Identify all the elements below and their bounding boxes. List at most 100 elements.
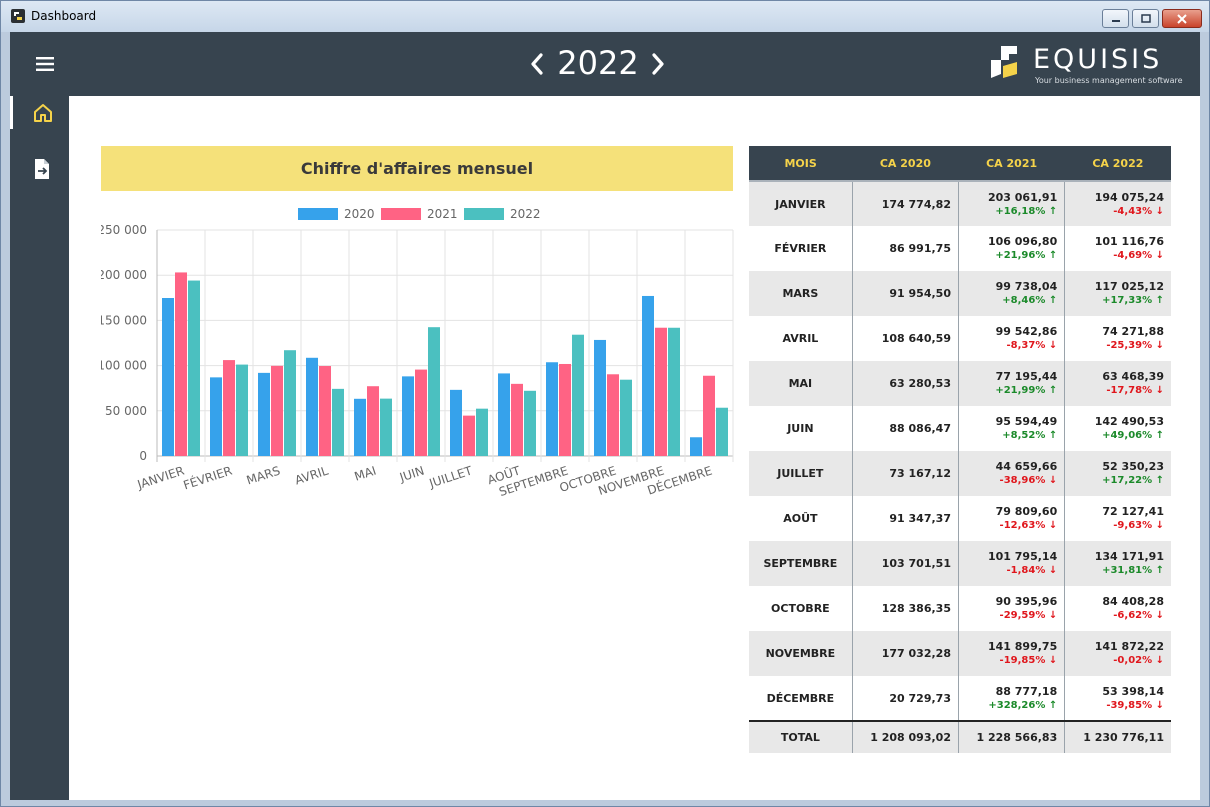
bar-2022-10[interactable] [668, 327, 680, 456]
maximize-icon [1140, 14, 1151, 23]
ca-2021-value: 141 899,75 [987, 640, 1058, 653]
bar-2021-6[interactable] [463, 415, 475, 456]
row-ca-2021: 99 738,04 +8,46% ↑ [958, 271, 1066, 316]
change-percent: -17,78% [1106, 385, 1153, 396]
bar-2021-0[interactable] [175, 272, 187, 456]
minimize-button[interactable] [1102, 9, 1129, 28]
close-window-button[interactable] [1162, 9, 1202, 28]
bar-2021-11[interactable] [703, 375, 715, 456]
row-ca-2021: 90 395,96 -29,59% ↓ [958, 586, 1066, 631]
arrow-down-icon: ↓ [1048, 520, 1058, 531]
bar-2020-10[interactable] [642, 295, 654, 456]
y-tick-label: 0 [139, 449, 147, 463]
bar-2022-3[interactable] [332, 388, 344, 456]
row-ca-2020: 177 032,28 [852, 631, 959, 676]
bar-2021-3[interactable] [319, 366, 331, 456]
bar-2021-4[interactable] [367, 386, 379, 456]
bar-2021-8[interactable] [559, 363, 571, 456]
row-ca-2020: 63 280,53 [852, 361, 959, 406]
file-export-icon[interactable] [33, 158, 53, 180]
row-ca-2022: 52 350,23 +17,22% ↑ [1064, 451, 1171, 496]
table-row: NOVEMBRE 177 032,28 141 899,75 -19,85% ↓ 141… [749, 631, 1171, 676]
table-row: JUIN 88 086,47 95 594,49 +8,52% ↑ 142 490,53… [749, 406, 1171, 451]
row-ca-2022: 141 872,22 -0,02% ↓ [1064, 631, 1171, 676]
revenue-bar-chart: 2020 2021 2022 0 50 000 100 000 150 000 200 000… [101, 207, 734, 499]
bar-2021-9[interactable] [607, 374, 619, 456]
bar-2020-11[interactable] [690, 437, 702, 456]
arrow-down-icon: ↓ [1155, 250, 1164, 261]
bar-2022-6[interactable] [476, 408, 488, 456]
bar-2022-5[interactable] [428, 327, 440, 456]
ca-2022-value: 63 468,39 [1102, 370, 1164, 383]
legend-label: 2022 [510, 207, 541, 221]
legend-item[interactable]: 2020 [298, 207, 375, 221]
arrow-down-icon: ↓ [1155, 699, 1164, 711]
bar-2021-7[interactable] [511, 383, 523, 456]
header-ca-2020: CA 2020 [852, 146, 959, 182]
arrow-down-icon: ↓ [1155, 520, 1164, 531]
ca-2022-change: -4,43% ↓ [1065, 205, 1164, 219]
bar-2020-1[interactable] [210, 377, 222, 456]
table-row: MARS 91 954,50 99 738,04 +8,46% ↑ 117 025,12… [749, 271, 1171, 316]
x-tick-label: JUILLET [427, 463, 475, 490]
bar-2020-5[interactable] [402, 376, 414, 456]
bar-2022-4[interactable] [380, 398, 392, 456]
ca-2022-change: -9,63% ↓ [1065, 519, 1164, 533]
bar-2021-10[interactable] [655, 327, 667, 456]
arrow-down-icon: ↓ [1048, 565, 1058, 576]
bar-2020-0[interactable] [162, 298, 174, 456]
bar-2021-5[interactable] [415, 369, 427, 456]
ca-2022-value: 141 872,22 [1094, 640, 1164, 653]
bar-2020-8[interactable] [546, 362, 558, 456]
bar-2022-0[interactable] [188, 280, 200, 456]
legend-item[interactable]: 2021 [381, 207, 458, 221]
row-ca-2020: 88 086,47 [852, 406, 959, 451]
ca-2022-value: 117 025,12 [1094, 280, 1164, 293]
ca-2021-value: 101 795,14 [987, 550, 1058, 563]
bar-2020-6[interactable] [450, 389, 462, 456]
ca-2020-value: 103 701,51 [881, 557, 951, 570]
row-ca-2022: 142 490,53 +49,06% ↑ [1065, 406, 1171, 451]
bar-2022-2[interactable] [284, 350, 296, 456]
chevron-right-icon[interactable] [649, 52, 667, 76]
bar-2022-1[interactable] [236, 364, 248, 456]
home-icon[interactable] [32, 102, 54, 124]
arrow-down-icon: ↓ [1048, 655, 1058, 666]
table-row: FÉVRIER 86 991,75 106 096,80 +21,96% ↑ 101 1… [749, 226, 1171, 271]
row-ca-2021: 106 096,80 +21,96% ↑ [958, 226, 1066, 271]
x-tick-label: FÉVRIER [181, 463, 234, 493]
bar-2020-7[interactable] [498, 373, 510, 456]
row-ca-2020: 91 347,37 [852, 496, 959, 541]
ca-2022-value: 72 127,41 [1102, 505, 1164, 518]
logo-mark-icon [991, 46, 1017, 78]
window-titlebar[interactable]: Dashboard [1, 1, 1209, 32]
bar-2020-2[interactable] [258, 372, 270, 456]
ca-2022-change: +17,22% ↑ [1065, 474, 1164, 488]
chevron-left-icon[interactable] [528, 52, 546, 76]
ca-2021-change: +21,96% ↑ [959, 249, 1057, 263]
hamburger-icon[interactable] [36, 56, 54, 72]
bar-2022-8[interactable] [572, 334, 584, 456]
ca-2022-change: -17,78% ↓ [1065, 384, 1164, 398]
legend-item[interactable]: 2022 [464, 207, 541, 221]
bar-2021-1[interactable] [223, 360, 235, 456]
bar-2020-4[interactable] [354, 398, 366, 456]
arrow-up-icon: ↑ [1048, 250, 1058, 261]
bar-2022-11[interactable] [716, 407, 728, 456]
change-percent: -39,85% [1106, 699, 1153, 711]
maximize-button[interactable] [1132, 9, 1159, 28]
ca-2021-change: -29,59% ↓ [959, 609, 1058, 623]
bar-2022-7[interactable] [524, 390, 536, 456]
row-ca-2020: 174 774,82 [852, 181, 959, 226]
bar-2022-9[interactable] [620, 379, 632, 456]
ca-2020-value: 177 032,28 [881, 647, 951, 660]
bar-2020-9[interactable] [594, 339, 606, 456]
app-window: Dashboard 2022 EQUISIS Your business man… [0, 0, 1210, 807]
change-percent: +16,18% [995, 205, 1046, 217]
row-month: FÉVRIER [749, 226, 853, 271]
bar-2021-2[interactable] [271, 365, 283, 456]
table-row: JANVIER 174 774,82 203 061,91 +16,18% ↑ 194 … [749, 181, 1171, 226]
arrow-down-icon: ↓ [1155, 610, 1164, 621]
row-ca-2021: 141 899,75 -19,85% ↓ [958, 631, 1066, 676]
bar-2020-3[interactable] [306, 357, 318, 456]
